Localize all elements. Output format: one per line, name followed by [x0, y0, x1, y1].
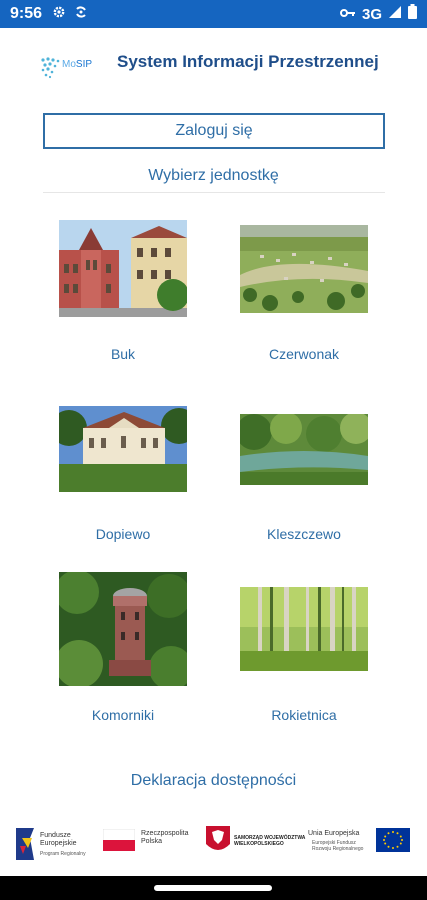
logo-text-prefix: Mo: [62, 59, 76, 70]
fe-line3: Program Regionalny: [40, 851, 86, 857]
rp-line1: Rzeczpospolita: [141, 830, 189, 837]
status-time: 9:56: [10, 5, 43, 22]
login-button[interactable]: Zaloguj się: [43, 113, 385, 149]
unit-label: Dopiewo: [95, 526, 151, 542]
wielkopolska-logo: SAMORZĄD WOJEWÓDZTWA WIELKOPOLSKIEGO: [206, 822, 305, 862]
app-header: MoSIP System Informacji Przestrzennej: [0, 28, 427, 106]
app-title: System Informacji Przestrzennej: [117, 52, 379, 71]
wlkp-line2: WIELKOPOLSKIEGO: [234, 841, 284, 847]
manor-house-photo: [59, 406, 187, 492]
status-bar: 9:56 3G: [0, 0, 427, 28]
aerial-village-photo: [240, 225, 368, 313]
poland-flag-icon: [103, 829, 135, 851]
divider: [43, 192, 385, 193]
logo-text-suffix: SIP: [75, 59, 93, 70]
park-pond-photo: [240, 414, 368, 485]
system-nav-bar: [0, 876, 427, 900]
unit-dopiewo[interactable]: Dopiewo: [38, 406, 208, 552]
unit-buk[interactable]: Buk: [38, 220, 208, 370]
unit-label: Czerwonak: [268, 346, 340, 362]
eu-line1: Unia Europejska: [308, 830, 360, 837]
forest-photo: [240, 587, 368, 671]
town-hall-photo: [59, 220, 187, 317]
unit-czerwonak[interactable]: Czerwonak: [219, 220, 389, 370]
unit-label: Kleszczewo: [267, 526, 341, 542]
accessibility-declaration-link[interactable]: Deklaracja dostępności: [0, 772, 427, 790]
battery-icon: [408, 4, 417, 24]
logo-text: MoSIP: [62, 59, 92, 70]
sync-icon: [74, 5, 88, 24]
unit-label: Rokietnica: [271, 707, 337, 723]
fe-line1: Fundusze: [40, 832, 71, 839]
gear-icon: [52, 5, 66, 24]
unit-label: Komorniki: [91, 707, 155, 723]
water-tower-photo: [59, 572, 187, 686]
signal-icon: [388, 5, 402, 24]
unit-komorniki[interactable]: Komorniki: [38, 572, 208, 726]
logo-dots-icon: [41, 57, 60, 79]
unit-kleszczewo[interactable]: Kleszczewo: [219, 406, 389, 552]
rp-line2: Polska: [141, 838, 163, 845]
unit-rokietnica[interactable]: Rokietnica: [219, 572, 389, 726]
eu-logo: Unia Europejska Europejski Fundusz Rozwoj…: [308, 822, 412, 862]
fe-star-icon: [16, 828, 34, 860]
home-gesture-handle[interactable]: [154, 885, 272, 891]
eu-line3: Rozwoju Regionalnego: [312, 846, 364, 852]
eu-funds-logo: Fundusze Europejskie Program Regionalny: [16, 822, 96, 862]
mosip-logo: MoSIP: [40, 56, 96, 80]
unit-label: Buk: [110, 346, 136, 362]
fe-line2: Europejskie: [40, 840, 77, 847]
section-title: Wybierz jednostkę: [148, 167, 279, 184]
eu-flag-icon: [376, 828, 410, 852]
vpn-key-icon: [339, 5, 356, 23]
network-type: 3G: [361, 5, 382, 23]
poland-flag-logo: Rzeczpospolita Polska: [103, 822, 188, 862]
funding-logos: Fundusze Europejskie Program Regionalny R…: [0, 822, 427, 866]
eagle-crest-icon: [206, 826, 230, 850]
